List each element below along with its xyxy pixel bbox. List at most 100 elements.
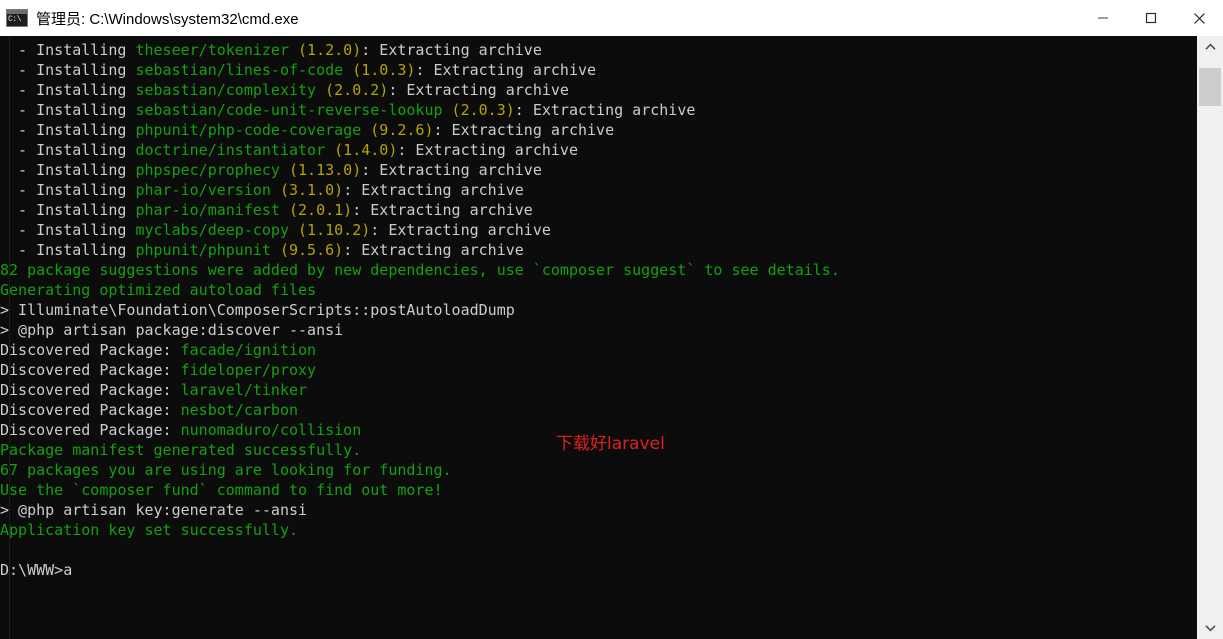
terminal-line-install-sebastian-lines-of-code: - Installing sebastian/lines-of-code (1.… xyxy=(0,60,1197,80)
terminal-line-install-phpspec-prophecy: - Installing phpspec/prophecy (1.13.0): … xyxy=(0,160,1197,180)
terminal-segment: nesbot/carbon xyxy=(180,401,299,419)
terminal-segment: - Installing xyxy=(0,181,136,199)
terminal-segment: : Extracting archive xyxy=(415,61,597,79)
terminal-segment: sebastian/complexity xyxy=(135,81,317,99)
terminal-segment: laravel/tinker xyxy=(180,381,308,399)
terminal-line-packages-funding: 67 packages you are using are looking fo… xyxy=(0,460,1197,480)
terminal-line-package-suggestions: 82 package suggestions were added by new… xyxy=(0,260,1197,280)
minimize-icon xyxy=(1098,17,1108,19)
terminal-segment: phar-io/version xyxy=(135,181,271,199)
terminal-line-install-myclabs-deep-copy: - Installing myclabs/deep-copy (1.10.2):… xyxy=(0,220,1197,240)
terminal-segment: fideloper/proxy xyxy=(180,361,317,379)
window-titlebar[interactable]: C:\ 管理员: C:\Windows\system32\cmd.exe xyxy=(0,0,1223,36)
terminal-segment: theseer/tokenizer xyxy=(135,41,289,59)
terminal-segment: > @php artisan key:generate --ansi xyxy=(0,501,308,519)
terminal-line-install-phar-io-manifest: - Installing phar-io/manifest (2.0.1): E… xyxy=(0,200,1197,220)
terminal-line-discovered-laravel-tinker: Discovered Package: laravel/tinker xyxy=(0,380,1197,400)
terminal-segment: - Installing xyxy=(0,161,136,179)
terminal-segment: - Installing xyxy=(0,61,136,79)
terminal-segment: : Extracting archive xyxy=(361,41,542,59)
terminal-line-discovered-nesbot-carbon: Discovered Package: nesbot/carbon xyxy=(0,400,1197,420)
terminal-line-application-key-set: Application key set successfully. xyxy=(0,520,1197,540)
minimize-button[interactable] xyxy=(1079,0,1127,36)
terminal-segment xyxy=(271,181,280,199)
terminal-segment: : Extracting archive xyxy=(361,161,542,179)
terminal-segment: (1.13.0) xyxy=(289,161,362,179)
terminal-line-install-sebastian-code-unit-reverse-lookup: - Installing sebastian/code-unit-reverse… xyxy=(0,100,1197,120)
close-icon xyxy=(1193,12,1205,24)
terminal-segment: : Extracting archive xyxy=(388,81,569,99)
terminal-segment: (1.4.0) xyxy=(334,141,398,159)
terminal-line-install-phpunit-php-code-coverage: - Installing phpunit/php-code-coverage (… xyxy=(0,120,1197,140)
terminal-line-install-doctrine-instantiator: - Installing doctrine/instantiator (1.4.… xyxy=(0,140,1197,160)
terminal-line-install-theseer-tokenizer: - Installing theseer/tokenizer (1.2.0): … xyxy=(0,40,1197,60)
terminal-line-generating-autoload: Generating optimized autoload files xyxy=(0,280,1197,300)
terminal-segment: (9.5.6) xyxy=(279,241,344,259)
terminal-segment xyxy=(343,61,352,79)
terminal-segment: : Extracting archive xyxy=(370,221,551,239)
terminal-line-composer-fund-hint: Use the `composer fund` command to find … xyxy=(0,480,1197,500)
terminal-area[interactable]: - Installing theseer/tokenizer (1.2.0): … xyxy=(0,36,1223,639)
red-annotation-label: 下载好laravel xyxy=(556,434,665,454)
terminal-segment: phpspec/prophecy xyxy=(135,161,280,179)
scroll-down-button[interactable] xyxy=(1197,617,1223,639)
terminal-segment: sebastian/code-unit-reverse-lookup xyxy=(135,101,443,119)
terminal-segment: - Installing xyxy=(0,201,136,219)
terminal-segment xyxy=(325,141,334,159)
window-title: 管理员: C:\Windows\system32\cmd.exe xyxy=(36,10,299,28)
terminal-segment: Use the `composer fund` command to find … xyxy=(0,481,443,499)
cmd-console-icon: C:\ xyxy=(6,9,28,27)
terminal-segment: D:\WWW>a xyxy=(0,561,73,579)
terminal-line-composer-scripts-post-autoload-dump: > Illuminate\Foundation\ComposerScripts:… xyxy=(0,300,1197,320)
terminal-segment: Discovered Package: xyxy=(0,421,181,439)
terminal-segment: Discovered Package: xyxy=(0,361,181,379)
terminal-line-artisan-package-discover: > @php artisan package:discover --ansi xyxy=(0,320,1197,340)
terminal-segment: 67 packages you are using are looking fo… xyxy=(0,461,452,479)
scroll-thumb[interactable] xyxy=(1199,68,1221,106)
terminal-segment: - Installing xyxy=(0,121,136,139)
terminal-segment: Application key set successfully. xyxy=(0,521,299,539)
window-controls xyxy=(1079,0,1223,36)
terminal-segment: sebastian/lines-of-code xyxy=(135,61,344,79)
terminal-line-discovered-fideloper-proxy: Discovered Package: fideloper/proxy xyxy=(0,360,1197,380)
terminal-segment: (2.0.3) xyxy=(451,101,515,119)
terminal-segment: (1.2.0) xyxy=(298,41,362,59)
terminal-segment: (1.10.2) xyxy=(298,221,371,239)
terminal-segment: (1.0.3) xyxy=(352,61,416,79)
terminal-segment xyxy=(316,81,325,99)
terminal-segment: Discovered Package: xyxy=(0,401,181,419)
terminal-segment: - Installing xyxy=(0,221,136,239)
maximize-button[interactable] xyxy=(1127,0,1175,36)
terminal-segment: - Installing xyxy=(0,141,136,159)
terminal-segment: : Extracting archive xyxy=(397,141,578,159)
terminal-segment: - Installing xyxy=(0,241,136,259)
terminal-segment: nunomaduro/collision xyxy=(180,421,362,439)
terminal-segment xyxy=(280,201,289,219)
terminal-segment: Discovered Package: xyxy=(0,341,181,359)
terminal-segment: doctrine/instantiator xyxy=(135,141,326,159)
terminal-segment: (2.0.1) xyxy=(289,201,353,219)
terminal-segment: : Extracting archive xyxy=(433,121,615,139)
vertical-scrollbar[interactable] xyxy=(1197,36,1223,639)
terminal-segment xyxy=(280,161,289,179)
terminal-segment: > @php artisan package:discover --ansi xyxy=(0,321,344,339)
cmd-window: C:\ 管理员: C:\Windows\system32\cmd.exe - I… xyxy=(0,0,1223,639)
terminal-segment: (9.2.6) xyxy=(370,121,434,139)
terminal-output[interactable]: - Installing theseer/tokenizer (1.2.0): … xyxy=(0,36,1197,639)
terminal-segment: Generating optimized autoload files xyxy=(0,281,317,299)
terminal-segment: facade/ignition xyxy=(180,341,317,359)
terminal-line-artisan-key-generate: > @php artisan key:generate --ansi xyxy=(0,500,1197,520)
terminal-segment: : Extracting archive xyxy=(514,101,696,119)
terminal-segment: phar-io/manifest xyxy=(135,201,280,219)
terminal-segment xyxy=(289,41,298,59)
terminal-segment: phpunit/phpunit xyxy=(135,241,271,259)
close-button[interactable] xyxy=(1175,0,1223,36)
terminal-segment: 82 package suggestions were added by new… xyxy=(0,261,840,279)
terminal-line-discovered-facade-ignition: Discovered Package: facade/ignition xyxy=(0,340,1197,360)
chevron-up-icon xyxy=(1204,43,1216,50)
cmd-icon-prompt-text: C:\ xyxy=(8,15,21,24)
terminal-line-prompt-line: D:\WWW>a xyxy=(0,560,1197,580)
terminal-segment xyxy=(443,101,452,119)
terminal-segment xyxy=(289,221,298,239)
scroll-up-button[interactable] xyxy=(1197,36,1223,58)
